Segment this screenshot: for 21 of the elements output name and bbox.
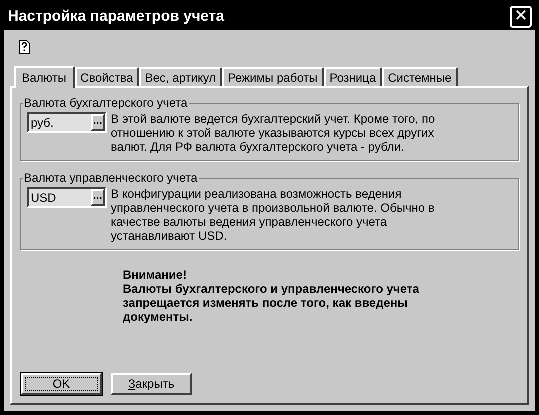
help-icon[interactable]: [19, 40, 30, 54]
tab[interactable]: Режимы работы: [222, 67, 324, 86]
group-title: Валюта управленческого учета: [23, 170, 199, 187]
tab[interactable]: Розница: [324, 67, 382, 86]
tab[interactable]: Вес, артикул: [139, 67, 222, 86]
browse-button[interactable]: ...: [90, 189, 105, 206]
description-text: В конфигурации реализована возможность ведения управленческого учета в произвольной валюте. Обычно в качестве валюты ведения управленческого учета устанавливают USD.: [111, 187, 436, 243]
window-title: Настройка параметров учета: [8, 6, 225, 27]
browse-button[interactable]: ...: [90, 114, 105, 131]
currency-field[interactable]: руб. ...: [27, 112, 107, 133]
currency-field[interactable]: USD ...: [27, 187, 107, 208]
tab[interactable]: Свойства: [74, 67, 140, 86]
warning-text: Валюты бухгалтерского и управленческого учета запрещается изменять после того, как введены документы.: [123, 282, 420, 324]
dialog-button[interactable]: Закрыть: [111, 373, 192, 395]
warning-title: Внимание!: [123, 268, 188, 282]
group-title: Валюта бухгалтерского учета: [23, 95, 189, 112]
tab[interactable]: Системные: [382, 67, 458, 86]
dialog-button[interactable]: OK: [21, 373, 102, 395]
close-button[interactable]: ✕: [510, 6, 532, 28]
description-text: В этой валюте ведется бухгалтерский учет. Кроме того, по отношению к этой валюте указываются курсы всех других валют. Для РФ валюта бухгалтерского учета - рубли.: [111, 112, 436, 154]
tab[interactable]: Валюты: [14, 66, 75, 88]
